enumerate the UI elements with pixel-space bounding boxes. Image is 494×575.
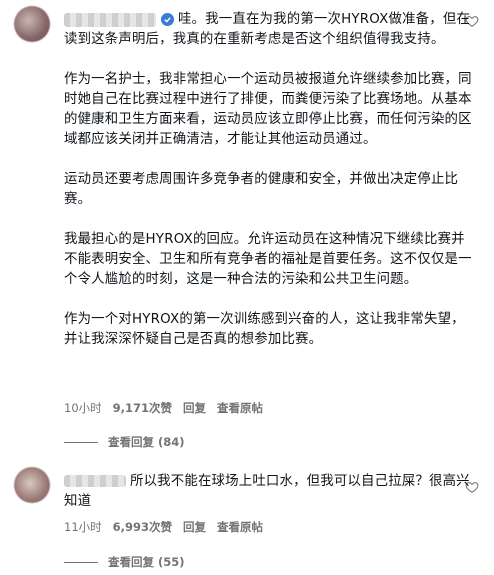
view-original-button[interactable]: 查看原帖 [217, 400, 263, 416]
reply-button[interactable]: 回复 [183, 400, 206, 416]
comment-paragraph: 作为一名护士，我非常担心一个运动员被报道允许继续参加比赛，同时她自己在比赛过程中… [64, 72, 472, 147]
comment-paragraph: 哇。我一直在为我的第一次HYROX做准备，但在读到这条声明后，我真的在重新考虑是… [64, 12, 471, 47]
comment-body: 所以我不能在球场上吐口水，但我可以自己拉屎？很高兴知道 [64, 472, 474, 512]
likes-count[interactable]: 9,171次赞 [113, 400, 172, 416]
comment-paragraph: 作为一个对HYROX的第一次训练感到兴奋的人，这让我非常失望，并让我深深怀疑自己… [64, 312, 465, 347]
view-replies-label: 查看回复 (55) [108, 555, 185, 569]
view-original-button[interactable]: 查看原帖 [217, 519, 263, 535]
reply-button[interactable]: 回复 [183, 519, 206, 535]
divider-line [64, 561, 98, 563]
view-replies-button[interactable]: 查看回复 (55) [64, 554, 185, 570]
comment-paragraph: 我最担心的是HYROX的回应。允许运动员在这种情况下继续比赛并不能表明安全、卫生… [64, 232, 472, 287]
comment-paragraph: 运动员还要考虑周围许多竞争者的健康和安全，并做出决定停止比赛。 [64, 172, 459, 207]
likes-count[interactable]: 6,993次赞 [113, 519, 172, 535]
comment-meta: 10小时 9,171次赞 回复 查看原帖 [64, 400, 263, 416]
timestamp: 10小时 [64, 401, 102, 415]
view-replies-button[interactable]: 查看回复 (84) [64, 434, 185, 450]
view-replies-label: 查看回复 (84) [108, 435, 185, 449]
avatar[interactable] [14, 467, 50, 503]
timestamp: 11小时 [64, 520, 102, 534]
comment-body: 哇。我一直在为我的第一次HYROX做准备，但在读到这条声明后，我真的在重新考虑是… [64, 10, 474, 350]
divider-line [64, 441, 98, 443]
comment-meta: 11小时 6,993次赞 回复 查看原帖 [64, 519, 263, 535]
comment-paragraph: 所以我不能在球场上吐口水，但我可以自己拉屎？很高兴知道 [64, 474, 470, 509]
avatar[interactable] [14, 6, 50, 42]
